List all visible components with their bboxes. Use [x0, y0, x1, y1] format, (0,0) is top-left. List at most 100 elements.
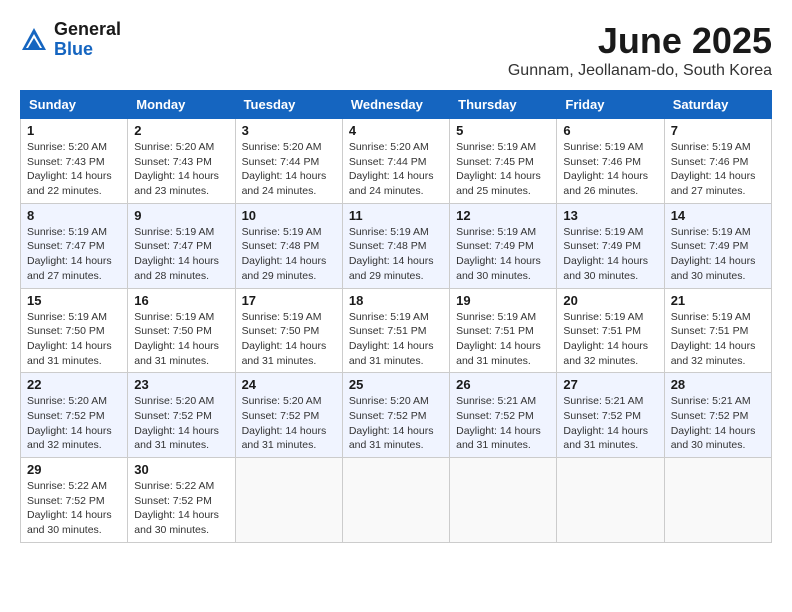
- day-detail: Sunrise: 5:19 AMSunset: 7:47 PMDaylight:…: [134, 225, 228, 284]
- day-detail: Sunrise: 5:19 AMSunset: 7:46 PMDaylight:…: [563, 140, 657, 199]
- day-number: 13: [563, 208, 657, 223]
- calendar-body: 1 Sunrise: 5:20 AMSunset: 7:43 PMDaylight…: [21, 119, 772, 543]
- day-number: 2: [134, 123, 228, 138]
- day-number: 9: [134, 208, 228, 223]
- calendar-cell: [557, 458, 664, 543]
- day-number: 14: [671, 208, 765, 223]
- calendar-cell: 30 Sunrise: 5:22 AMSunset: 7:52 PMDayligh…: [128, 458, 235, 543]
- calendar-cell: 18Sunrise: 5:19 AMSunset: 7:51 PMDayligh…: [342, 288, 449, 373]
- day-detail: Sunrise: 5:20 AMSunset: 7:52 PMDaylight:…: [242, 394, 336, 453]
- calendar-day-header: Thursday: [450, 91, 557, 119]
- day-number: 26: [456, 377, 550, 392]
- day-detail: Sunrise: 5:19 AMSunset: 7:49 PMDaylight:…: [563, 225, 657, 284]
- day-number: 22: [27, 377, 121, 392]
- calendar-cell: 8 Sunrise: 5:19 AMSunset: 7:47 PMDaylight…: [21, 203, 128, 288]
- day-detail: Sunrise: 5:20 AMSunset: 7:44 PMDaylight:…: [242, 140, 336, 199]
- day-detail: Sunrise: 5:19 AMSunset: 7:49 PMDaylight:…: [456, 225, 550, 284]
- calendar-cell: [450, 458, 557, 543]
- day-detail: Sunrise: 5:19 AMSunset: 7:50 PMDaylight:…: [134, 310, 228, 369]
- day-number: 8: [27, 208, 121, 223]
- calendar-cell: 3 Sunrise: 5:20 AMSunset: 7:44 PMDaylight…: [235, 119, 342, 204]
- day-number: 12: [456, 208, 550, 223]
- day-number: 10: [242, 208, 336, 223]
- calendar-cell: 5 Sunrise: 5:19 AMSunset: 7:45 PMDaylight…: [450, 119, 557, 204]
- calendar-cell: 24Sunrise: 5:20 AMSunset: 7:52 PMDayligh…: [235, 373, 342, 458]
- day-detail: Sunrise: 5:19 AMSunset: 7:51 PMDaylight:…: [563, 310, 657, 369]
- day-number: 5: [456, 123, 550, 138]
- calendar-day-header: Sunday: [21, 91, 128, 119]
- calendar-table: SundayMondayTuesdayWednesdayThursdayFrid…: [20, 90, 772, 543]
- day-detail: Sunrise: 5:19 AMSunset: 7:49 PMDaylight:…: [671, 225, 765, 284]
- calendar-cell: 14 Sunrise: 5:19 AMSunset: 7:49 PMDayligh…: [664, 203, 771, 288]
- day-number: 27: [563, 377, 657, 392]
- calendar-cell: 25 Sunrise: 5:20 AMSunset: 7:52 PMDayligh…: [342, 373, 449, 458]
- calendar-cell: 26 Sunrise: 5:21 AMSunset: 7:52 PMDayligh…: [450, 373, 557, 458]
- calendar-cell: 27 Sunrise: 5:21 AMSunset: 7:52 PMDayligh…: [557, 373, 664, 458]
- calendar-cell: 21Sunrise: 5:19 AMSunset: 7:51 PMDayligh…: [664, 288, 771, 373]
- calendar-week-row: 22 Sunrise: 5:20 AMSunset: 7:52 PMDayligh…: [21, 373, 772, 458]
- day-detail: Sunrise: 5:19 AMSunset: 7:47 PMDaylight:…: [27, 225, 121, 284]
- calendar-cell: 12 Sunrise: 5:19 AMSunset: 7:49 PMDayligh…: [450, 203, 557, 288]
- day-number: 1: [27, 123, 121, 138]
- day-number: 18: [349, 293, 443, 308]
- calendar-day-header: Tuesday: [235, 91, 342, 119]
- calendar-cell: 4 Sunrise: 5:20 AMSunset: 7:44 PMDaylight…: [342, 119, 449, 204]
- calendar-cell: 10Sunrise: 5:19 AMSunset: 7:48 PMDayligh…: [235, 203, 342, 288]
- calendar-cell: 19Sunrise: 5:19 AMSunset: 7:51 PMDayligh…: [450, 288, 557, 373]
- day-detail: Sunrise: 5:22 AMSunset: 7:52 PMDaylight:…: [27, 479, 121, 538]
- day-number: 15: [27, 293, 121, 308]
- logo-icon: [20, 26, 48, 54]
- day-number: 7: [671, 123, 765, 138]
- calendar-day-header: Wednesday: [342, 91, 449, 119]
- day-detail: Sunrise: 5:21 AMSunset: 7:52 PMDaylight:…: [563, 394, 657, 453]
- day-detail: Sunrise: 5:19 AMSunset: 7:45 PMDaylight:…: [456, 140, 550, 199]
- calendar-cell: 22 Sunrise: 5:20 AMSunset: 7:52 PMDayligh…: [21, 373, 128, 458]
- day-detail: Sunrise: 5:19 AMSunset: 7:50 PMDaylight:…: [242, 310, 336, 369]
- calendar-day-header: Saturday: [664, 91, 771, 119]
- day-detail: Sunrise: 5:20 AMSunset: 7:52 PMDaylight:…: [27, 394, 121, 453]
- calendar-cell: 11Sunrise: 5:19 AMSunset: 7:48 PMDayligh…: [342, 203, 449, 288]
- day-detail: Sunrise: 5:19 AMSunset: 7:50 PMDaylight:…: [27, 310, 121, 369]
- day-detail: Sunrise: 5:20 AMSunset: 7:44 PMDaylight:…: [349, 140, 443, 199]
- day-number: 3: [242, 123, 336, 138]
- calendar-cell: 7 Sunrise: 5:19 AMSunset: 7:46 PMDaylight…: [664, 119, 771, 204]
- calendar-cell: 17 Sunrise: 5:19 AMSunset: 7:50 PMDayligh…: [235, 288, 342, 373]
- calendar-cell: 15 Sunrise: 5:19 AMSunset: 7:50 PMDayligh…: [21, 288, 128, 373]
- day-detail: Sunrise: 5:21 AMSunset: 7:52 PMDaylight:…: [671, 394, 765, 453]
- calendar-cell: 1 Sunrise: 5:20 AMSunset: 7:43 PMDaylight…: [21, 119, 128, 204]
- day-detail: Sunrise: 5:22 AMSunset: 7:52 PMDaylight:…: [134, 479, 228, 538]
- day-number: 29: [27, 462, 121, 477]
- day-detail: Sunrise: 5:20 AMSunset: 7:43 PMDaylight:…: [27, 140, 121, 199]
- day-number: 17: [242, 293, 336, 308]
- day-detail: Sunrise: 5:19 AMSunset: 7:51 PMDaylight:…: [456, 310, 550, 369]
- calendar-week-row: 1 Sunrise: 5:20 AMSunset: 7:43 PMDaylight…: [21, 119, 772, 204]
- day-number: 20: [563, 293, 657, 308]
- header: General Blue June 2025 Gunnam, Jeollanam…: [20, 20, 772, 80]
- calendar-week-row: 15 Sunrise: 5:19 AMSunset: 7:50 PMDayligh…: [21, 288, 772, 373]
- day-number: 16: [134, 293, 228, 308]
- day-detail: Sunrise: 5:21 AMSunset: 7:52 PMDaylight:…: [456, 394, 550, 453]
- day-detail: Sunrise: 5:19 AMSunset: 7:48 PMDaylight:…: [349, 225, 443, 284]
- day-number: 4: [349, 123, 443, 138]
- day-number: 25: [349, 377, 443, 392]
- calendar-week-row: 8 Sunrise: 5:19 AMSunset: 7:47 PMDaylight…: [21, 203, 772, 288]
- calendar-cell: 23Sunrise: 5:20 AMSunset: 7:52 PMDayligh…: [128, 373, 235, 458]
- calendar-cell: 9 Sunrise: 5:19 AMSunset: 7:47 PMDaylight…: [128, 203, 235, 288]
- title-block: June 2025 Gunnam, Jeollanam-do, South Ko…: [508, 20, 772, 80]
- calendar-cell: 20 Sunrise: 5:19 AMSunset: 7:51 PMDayligh…: [557, 288, 664, 373]
- calendar-header-row: SundayMondayTuesdayWednesdayThursdayFrid…: [21, 91, 772, 119]
- location: Gunnam, Jeollanam-do, South Korea: [508, 62, 772, 80]
- day-number: 21: [671, 293, 765, 308]
- calendar-cell: [664, 458, 771, 543]
- day-detail: Sunrise: 5:20 AMSunset: 7:43 PMDaylight:…: [134, 140, 228, 199]
- calendar-cell: 13 Sunrise: 5:19 AMSunset: 7:49 PMDayligh…: [557, 203, 664, 288]
- day-number: 30: [134, 462, 228, 477]
- day-number: 28: [671, 377, 765, 392]
- day-detail: Sunrise: 5:20 AMSunset: 7:52 PMDaylight:…: [349, 394, 443, 453]
- calendar-day-header: Friday: [557, 91, 664, 119]
- calendar-week-row: 29 Sunrise: 5:22 AMSunset: 7:52 PMDayligh…: [21, 458, 772, 543]
- day-detail: Sunrise: 5:19 AMSunset: 7:46 PMDaylight:…: [671, 140, 765, 199]
- calendar-cell: 16 Sunrise: 5:19 AMSunset: 7:50 PMDayligh…: [128, 288, 235, 373]
- day-number: 23: [134, 377, 228, 392]
- logo-text: General Blue: [54, 20, 121, 60]
